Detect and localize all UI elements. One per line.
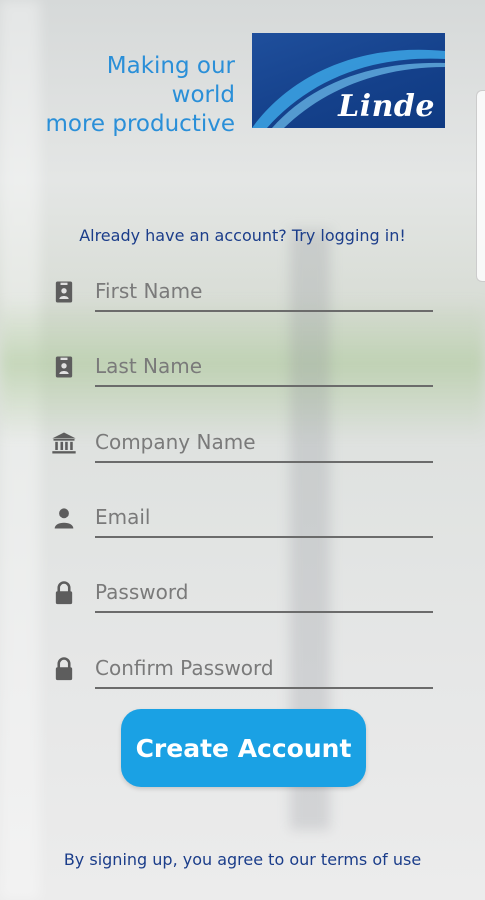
tagline-line-1: Making our world bbox=[106, 53, 235, 108]
linde-logo: Linde bbox=[252, 33, 445, 128]
password-field bbox=[50, 573, 435, 613]
confirm-password-input[interactable] bbox=[95, 649, 433, 689]
tagline: Making our world more productive bbox=[40, 52, 235, 139]
lock-icon bbox=[55, 657, 73, 681]
password-input[interactable] bbox=[95, 573, 433, 613]
first-name-field bbox=[50, 272, 435, 312]
logo-text: Linde bbox=[338, 89, 435, 124]
background-blur bbox=[0, 0, 40, 900]
id-badge-icon bbox=[55, 281, 73, 303]
email-input[interactable] bbox=[95, 498, 433, 538]
id-badge-icon bbox=[55, 356, 73, 378]
first-name-input[interactable] bbox=[95, 272, 433, 312]
create-account-button[interactable]: Create Account bbox=[121, 709, 366, 787]
confirm-password-field bbox=[50, 649, 435, 689]
bank-icon bbox=[52, 432, 76, 454]
company-name-input[interactable] bbox=[95, 423, 433, 463]
tagline-line-2: more productive bbox=[45, 111, 235, 137]
last-name-field bbox=[50, 347, 435, 387]
login-link[interactable]: Already have an account? Try logging in! bbox=[0, 226, 485, 245]
company-name-field bbox=[50, 423, 435, 463]
lock-icon bbox=[55, 581, 73, 605]
terms-of-use-link[interactable]: By signing up, you agree to our terms of… bbox=[0, 850, 485, 869]
side-handle[interactable] bbox=[476, 90, 485, 282]
last-name-input[interactable] bbox=[95, 347, 433, 387]
person-icon bbox=[54, 508, 74, 529]
email-field bbox=[50, 498, 435, 538]
